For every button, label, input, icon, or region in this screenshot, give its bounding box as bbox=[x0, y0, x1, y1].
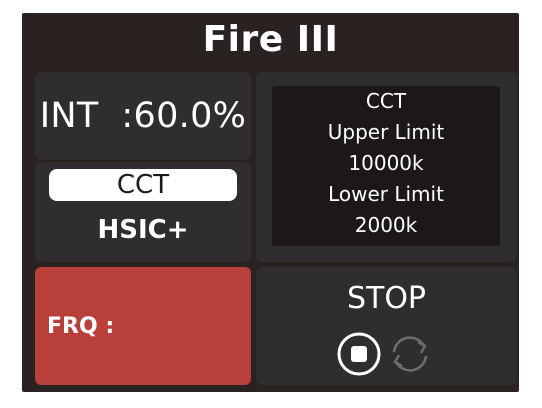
cct-limit-panel[interactable]: CCT Upper Limit 10000k Lower Limit 2000k bbox=[256, 72, 517, 262]
cct-limit-box: CCT Upper Limit 10000k Lower Limit 2000k bbox=[272, 86, 500, 246]
effect-title: Fire III bbox=[202, 19, 339, 60]
mode-panel: CCT HSIC+ bbox=[35, 162, 251, 262]
stop-icon[interactable] bbox=[336, 331, 382, 377]
device-screen: Fire III INT :60.0% CCT HSIC+ CCT Upper … bbox=[22, 13, 519, 392]
limit-heading: CCT bbox=[365, 89, 407, 113]
intensity-panel[interactable]: INT :60.0% bbox=[35, 72, 251, 160]
loop-icon[interactable] bbox=[387, 331, 433, 377]
upper-limit-label: Upper Limit bbox=[327, 120, 445, 144]
frequency-label: FRQ : bbox=[47, 313, 115, 339]
mode-option-hsic[interactable]: HSIC+ bbox=[35, 215, 251, 245]
stop-label: STOP bbox=[346, 281, 427, 316]
frequency-panel[interactable]: FRQ : bbox=[35, 267, 251, 385]
intensity-readout: INT :60.0% bbox=[39, 96, 247, 136]
lower-limit-label: Lower Limit bbox=[328, 182, 444, 206]
mode-option-cct[interactable]: CCT bbox=[49, 169, 237, 201]
playback-panel[interactable]: STOP bbox=[256, 267, 517, 385]
upper-limit-value: 10000k bbox=[348, 151, 424, 175]
lower-limit-value: 2000k bbox=[354, 213, 418, 237]
